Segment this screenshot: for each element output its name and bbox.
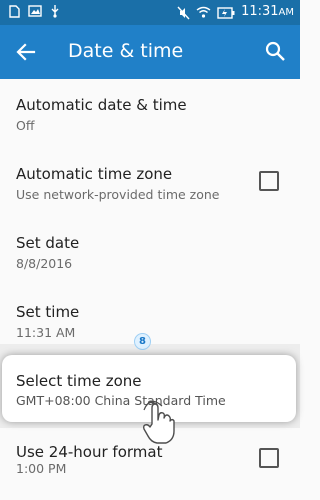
step-badge: 8 (134, 333, 151, 350)
status-time-ampm: AM (278, 7, 294, 18)
setting-summary: 1:00 PM (16, 461, 67, 476)
sim-icon (9, 4, 20, 18)
automatic-time-zone-checkbox[interactable] (259, 171, 279, 191)
status-right-icons: 11:31AM (177, 3, 294, 22)
setting-summary: Use network-provided time zone (16, 187, 220, 202)
setting-title: Automatic time zone (16, 165, 173, 183)
setting-title: Set date (16, 234, 80, 252)
setting-automatic-date-time[interactable]: Automatic date & time Off (0, 79, 300, 148)
mute-icon (177, 6, 190, 19)
setting-title: Automatic date & time (16, 96, 187, 114)
page-title: Date & time (68, 40, 184, 62)
setting-summary: GMT+08:00 China Standard Time (16, 393, 226, 408)
status-bar: 11:31AM (0, 0, 300, 25)
battery-charging-icon (217, 6, 235, 19)
image-icon (28, 5, 42, 17)
setting-use-24-hour-format[interactable]: Use 24-hour format 1:00 PM (0, 428, 300, 497)
arrow-left-icon[interactable] (14, 40, 38, 64)
status-time-value: 11:31 (241, 4, 279, 19)
setting-title: Select time zone (16, 372, 142, 390)
status-time: 11:31AM (241, 3, 294, 22)
app-bar: Date & time (0, 25, 300, 79)
setting-automatic-time-zone[interactable]: Automatic time zone Use network-provided… (0, 148, 300, 217)
search-icon[interactable] (264, 40, 286, 62)
setting-title: Set time (16, 303, 80, 321)
status-left-icons (8, 4, 60, 18)
wifi-icon (196, 6, 211, 18)
settings-list: Automatic date & time Off Automatic time… (0, 79, 300, 355)
setting-summary: 8/8/2016 (16, 256, 73, 271)
setting-set-date[interactable]: Set date 8/8/2016 (0, 217, 300, 286)
setting-summary: Off (16, 118, 35, 133)
setting-summary: 11:31 AM (16, 325, 76, 340)
setting-title: Use 24-hour format (16, 443, 163, 461)
use-24-hour-format-checkbox[interactable] (259, 448, 279, 468)
usb-icon (51, 5, 59, 18)
